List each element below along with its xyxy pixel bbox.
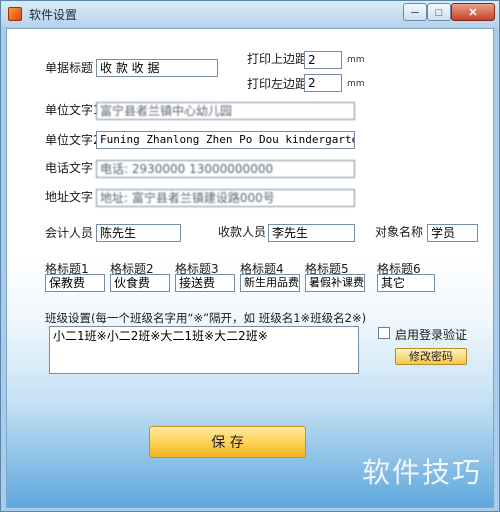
watermark-text: 软件技巧 xyxy=(362,456,483,489)
unit-text2-input[interactable]: Funing Zhanlong Zhen Po Dou kindergarten xyxy=(96,131,355,149)
cashier-input[interactable]: 李先生 xyxy=(268,224,355,242)
login-verify-label: 启用登录验证 xyxy=(395,328,468,342)
print-left-margin-unit: mm xyxy=(347,79,365,89)
object-name-label: 对象名称 xyxy=(375,225,424,239)
title-bar[interactable]: 软件设置 ─ □ ✕ xyxy=(1,1,499,27)
receipt-title-input[interactable]: 收 款 收 据 xyxy=(96,59,218,77)
maximize-button[interactable]: □ xyxy=(427,3,451,21)
print-top-margin-unit: mm xyxy=(347,55,365,65)
accountant-input[interactable]: 陈先生 xyxy=(96,224,181,242)
settings-panel: 单据标题 收 款 收 据 打印上边距 2 mm 打印左边距 2 mm 单位文字1… xyxy=(6,28,494,508)
unit-text2-label: 单位文字2 xyxy=(45,133,101,147)
login-verify-checkbox[interactable] xyxy=(378,327,390,339)
grid-header5-input[interactable]: 暑假补课费 xyxy=(305,274,365,292)
print-left-margin-label: 打印左边距 xyxy=(247,77,308,91)
minimize-button[interactable]: ─ xyxy=(403,3,427,21)
grid-header6-input[interactable]: 其它 xyxy=(377,274,435,292)
window-title: 软件设置 xyxy=(29,8,78,22)
grid-header4-input[interactable]: 新生用品费 xyxy=(240,274,300,292)
cashier-label: 收款人员 xyxy=(218,225,267,239)
address-text-input[interactable]: 地址: 富宁县者兰镇建设路000号 xyxy=(96,189,355,207)
unit-text1-input[interactable]: 富宁县者兰镇中心幼儿园 xyxy=(96,102,355,120)
grid-header2-input[interactable]: 伙食费 xyxy=(110,274,170,292)
address-text-label: 地址文字 xyxy=(45,190,94,204)
unit-text1-label: 单位文字1 xyxy=(45,103,101,117)
object-name-input[interactable]: 学员 xyxy=(427,224,478,242)
class-setting-label: 班级设置(每一个班级名字用“※”隔开，如 班级名1※班级名2※) xyxy=(45,311,367,325)
change-password-button[interactable]: 修改密码 xyxy=(395,348,467,365)
phone-text-label: 电话文字 xyxy=(45,161,94,175)
print-top-margin-label: 打印上边距 xyxy=(247,52,308,66)
grid-header1-input[interactable]: 保教费 xyxy=(45,274,105,292)
grid-header3-input[interactable]: 接送费 xyxy=(175,274,235,292)
app-icon xyxy=(8,7,22,21)
close-button[interactable]: ✕ xyxy=(451,3,495,21)
receipt-title-label: 单据标题 xyxy=(45,61,94,75)
class-setting-textarea[interactable]: 小二1班※小二2班※大二1班※大二2班※ xyxy=(49,326,359,374)
accountant-label: 会计人员 xyxy=(45,226,94,240)
settings-window: 软件设置 ─ □ ✕ 单据标题 收 款 收 据 打印上边距 2 mm 打印左边距… xyxy=(0,0,500,512)
print-top-margin-input[interactable]: 2 xyxy=(304,51,342,69)
save-button[interactable]: 保 存 xyxy=(149,426,306,458)
phone-text-input[interactable]: 电话: 2930000 13000000000 xyxy=(96,160,355,178)
print-left-margin-input[interactable]: 2 xyxy=(304,74,342,92)
